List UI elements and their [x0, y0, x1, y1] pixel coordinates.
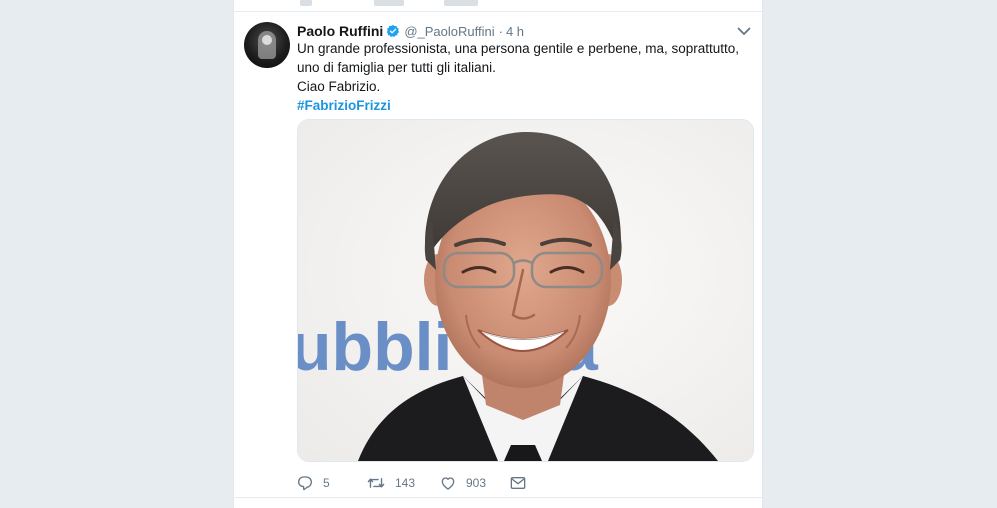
timeline-column: Paolo Ruffini @_PaoloRuffini · 4 h Un gr…: [233, 0, 763, 508]
reply-icon[interactable]: [300, 0, 312, 6]
tweet-text: Un grande professionista, una persona ge…: [297, 39, 752, 115]
direct-message-button[interactable]: [510, 476, 526, 490]
backdrop-text: ubbli: [298, 309, 452, 385]
message-icon: [510, 477, 526, 489]
reply-button[interactable]: 5: [297, 475, 367, 491]
like-icon[interactable]: [444, 0, 478, 6]
like-button[interactable]: 903: [440, 475, 510, 491]
photo-image: ubbli a: [298, 120, 753, 461]
like-icon: [441, 477, 455, 490]
tweet-actions: 5 143 903: [297, 472, 526, 494]
avatar-head: [262, 35, 272, 45]
author-handle[interactable]: @_PaoloRuffini: [404, 24, 494, 39]
hashtag-link[interactable]: #FabrizioFrizzi: [297, 98, 391, 113]
reply-count: 5: [323, 476, 330, 490]
tweet-header: Paolo Ruffini @_PaoloRuffini · 4 h: [297, 22, 524, 40]
tweet-text-line-1: Un grande professionista, una persona ge…: [297, 41, 740, 75]
like-count: 903: [466, 476, 487, 490]
author-name[interactable]: Paolo Ruffini: [297, 23, 383, 39]
previous-tweet-actions: [234, 0, 762, 12]
tweet-text-line-2: Ciao Fabrizio.: [297, 79, 381, 94]
tweet-divider: [234, 497, 762, 498]
separator-dot: ·: [498, 23, 503, 39]
retweet-icon: [367, 478, 385, 488]
author-avatar[interactable]: [244, 22, 290, 68]
tweet-photo[interactable]: ubbli a: [297, 119, 754, 462]
caret-down-icon[interactable]: [736, 24, 752, 38]
verified-icon: [387, 24, 400, 38]
retweet-count: 143: [395, 476, 416, 490]
retweet-icon[interactable]: [374, 0, 404, 6]
reply-icon: [297, 476, 313, 491]
retweet-button[interactable]: 143: [367, 475, 440, 491]
tweet-timestamp[interactable]: 4 h: [506, 24, 524, 39]
